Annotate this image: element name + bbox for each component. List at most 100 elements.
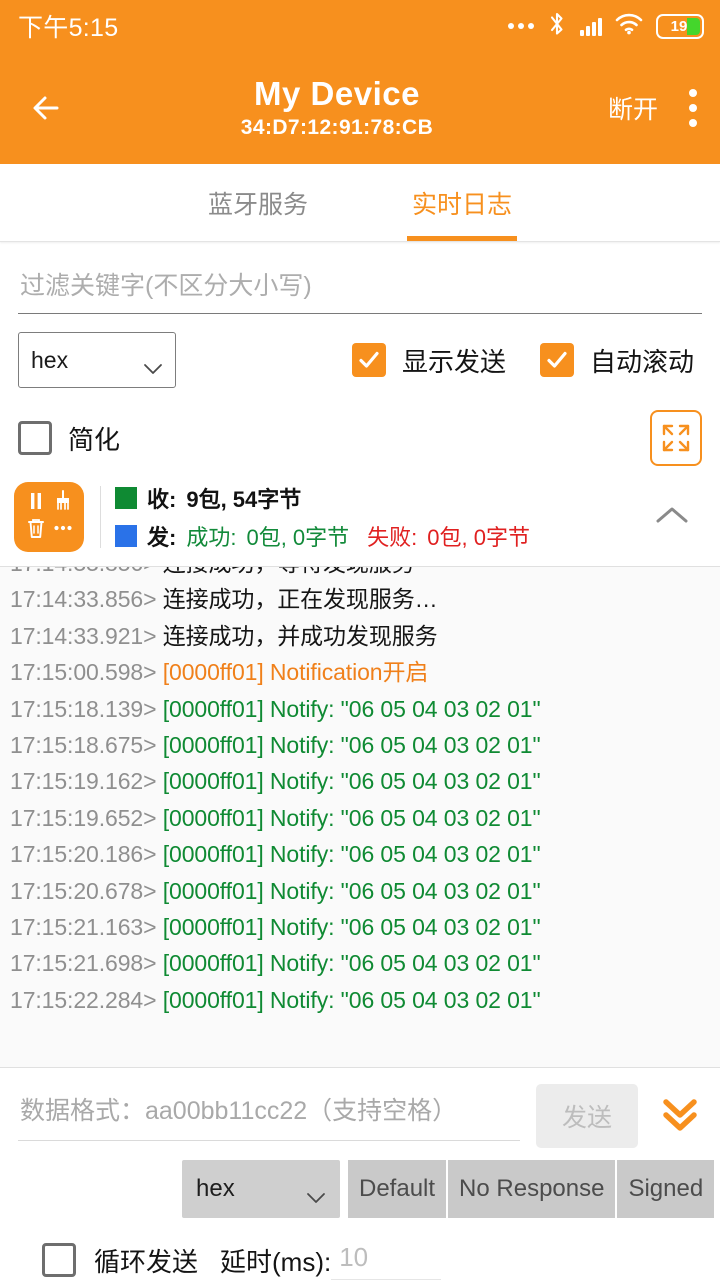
auto-scroll-checkbox[interactable]: [540, 343, 574, 377]
log-line: 17:15:20.186> [0000ff01] Notify: "06 05 …: [10, 836, 710, 872]
auto-scroll-checkbox-group[interactable]: 自动滚动: [540, 342, 694, 379]
fullscreen-expand-icon[interactable]: [650, 410, 702, 466]
send-row: 发送: [0, 1068, 720, 1154]
log-timestamp: 17:14:33.856>: [10, 566, 156, 576]
log-message: [0000ff01] Notify: "06 05 04 03 02 01": [156, 841, 540, 867]
stats-text-block: 收: 9包, 54字节 发: 成功: 0包, 0字节 失败: 0包, 0字节: [115, 482, 530, 552]
delay-label: 延时(ms):: [220, 1242, 331, 1279]
tx-success-value: 0包, 0字节: [246, 520, 349, 552]
log-timestamp: 17:15:22.284>: [10, 987, 156, 1013]
write-mode-no-response-button[interactable]: No Response: [448, 1160, 617, 1218]
log-message: 连接成功，并成功发现服务: [156, 623, 437, 649]
log-actions-button[interactable]: [14, 482, 84, 552]
chevron-up-icon[interactable]: [652, 502, 692, 533]
log-line: 17:15:18.675> [0000ff01] Notify: "06 05 …: [10, 727, 710, 763]
filter-section: [0, 242, 720, 314]
tx-label: 发:: [147, 520, 176, 552]
tab-bar: 蓝牙服务 实时日志: [0, 164, 720, 242]
rx-value: 9包, 54字节: [186, 482, 301, 514]
log-timestamp: 17:15:18.139>: [10, 696, 156, 722]
delay-input[interactable]: [331, 1240, 441, 1280]
log-line: 17:15:00.598> [0000ff01] Notification开启: [10, 654, 710, 690]
tab-bluetooth-services[interactable]: 蓝牙服务: [156, 164, 360, 241]
log-line: 17:15:21.698> [0000ff01] Notify: "06 05 …: [10, 945, 710, 981]
write-mode-segmented-control: Default No Response Signed: [348, 1160, 714, 1218]
log-message: [0000ff01] Notify: "06 05 04 03 02 01": [156, 768, 540, 794]
more-dots-icon[interactable]: [52, 517, 74, 544]
log-line: 17:15:19.652> [0000ff01] Notify: "06 05 …: [10, 800, 710, 836]
device-mac-address: 34:D7:12:91:78:CB: [66, 114, 608, 142]
log-format-select[interactable]: hex: [18, 332, 176, 388]
rx-color-swatch: [115, 487, 137, 509]
log-timestamp: 17:15:18.675>: [10, 732, 156, 758]
log-timestamp: 17:15:19.652>: [10, 805, 156, 831]
loop-send-checkbox[interactable]: [42, 1243, 76, 1277]
send-button[interactable]: 发送: [536, 1084, 638, 1148]
log-message: [0000ff01] Notify: "06 05 04 03 02 01": [156, 950, 540, 976]
show-send-label: 显示发送: [402, 342, 506, 379]
chevron-down-icon: [306, 1183, 326, 1195]
double-chevron-down-icon[interactable]: [658, 1094, 702, 1139]
auto-scroll-label: 自动滚动: [590, 342, 694, 379]
log-message: [0000ff01] Notification开启: [156, 659, 428, 685]
log-timestamp: 17:15:21.698>: [10, 950, 156, 976]
log-line: 17:15:21.163> [0000ff01] Notify: "06 05 …: [10, 909, 710, 945]
log-message: 连接成功，等待发现服务: [156, 566, 414, 576]
disconnect-button[interactable]: 断开: [608, 90, 658, 126]
loop-send-row: 循环发送 延时(ms):: [0, 1218, 720, 1280]
overflow-menu-icon[interactable]: [688, 89, 698, 127]
cellular-signal-icon: [580, 16, 602, 36]
more-dots-icon: [508, 23, 534, 29]
battery-level: 19: [671, 18, 688, 35]
log-timestamp: 17:15:00.598>: [10, 659, 156, 685]
chevron-down-icon: [143, 354, 163, 366]
log-format-value: hex: [31, 347, 68, 374]
simplify-row: 简化: [0, 388, 720, 466]
trash-icon[interactable]: [25, 517, 47, 544]
traffic-stats-row: 收: 9包, 54字节 发: 成功: 0包, 0字节 失败: 0包, 0字节: [0, 466, 720, 566]
show-send-checkbox[interactable]: [352, 343, 386, 377]
send-format-value: hex: [196, 1175, 235, 1203]
log-message: [0000ff01] Notify: "06 05 04 03 02 01": [156, 696, 540, 722]
broom-icon[interactable]: [52, 490, 74, 517]
send-format-select[interactable]: hex: [182, 1160, 340, 1218]
show-send-checkbox-group[interactable]: 显示发送: [352, 342, 506, 379]
loop-send-label: 循环发送: [94, 1242, 198, 1279]
app-bar: My Device 34:D7:12:91:78:CB 断开: [0, 52, 720, 164]
rx-label: 收:: [147, 482, 176, 514]
simplify-checkbox[interactable]: [18, 421, 52, 455]
wifi-icon: [615, 13, 643, 40]
log-timestamp: 17:15:20.678>: [10, 878, 156, 904]
tx-color-swatch: [115, 525, 137, 547]
log-line: 17:15:20.678> [0000ff01] Notify: "06 05 …: [10, 873, 710, 909]
log-timestamp: 17:15:20.186>: [10, 841, 156, 867]
filter-keyword-input[interactable]: [18, 268, 702, 314]
rx-stats-line: 收: 9包, 54字节: [115, 482, 530, 514]
log-message: [0000ff01] Notify: "06 05 04 03 02 01": [156, 914, 540, 940]
log-line: 17:15:19.162> [0000ff01] Notify: "06 05 …: [10, 763, 710, 799]
log-line: 17:15:22.284> [0000ff01] Notify: "06 05 …: [10, 982, 710, 1018]
tab-realtime-log[interactable]: 实时日志: [360, 164, 564, 241]
tx-fail-value: 0包, 0字节: [427, 520, 530, 552]
tx-fail-label: 失败:: [367, 520, 417, 552]
pause-icon[interactable]: [25, 490, 47, 517]
battery-icon: 19: [656, 14, 704, 39]
app-root: 下午5:15 19: [0, 0, 720, 1280]
log-timestamp: 17:15:19.162>: [10, 768, 156, 794]
write-mode-default-button[interactable]: Default: [348, 1160, 448, 1218]
log-line: 17:14:33.856> 连接成功，等待发现服务: [10, 566, 710, 581]
log-timestamp: 17:14:33.856>: [10, 586, 156, 612]
simplify-label: 简化: [68, 420, 120, 457]
log-output-area[interactable]: 17:14:33.856> 连接成功，等待发现服务17:14:33.856> 连…: [0, 566, 720, 1068]
back-arrow-icon[interactable]: [26, 85, 72, 131]
stats-divider: [100, 486, 101, 548]
device-title-block: My Device 34:D7:12:91:78:CB: [66, 74, 608, 142]
log-line: 17:15:18.139> [0000ff01] Notify: "06 05 …: [10, 691, 710, 727]
status-bar-icons: 19: [508, 11, 704, 42]
log-message: [0000ff01] Notify: "06 05 04 03 02 01": [156, 805, 540, 831]
write-mode-signed-button[interactable]: Signed: [617, 1160, 714, 1218]
simplify-checkbox-group[interactable]: 简化: [18, 420, 120, 457]
log-options-row: hex 显示发送 自动滚动: [0, 314, 720, 388]
send-data-input[interactable]: [18, 1091, 520, 1141]
tx-success-label: 成功:: [186, 520, 236, 552]
